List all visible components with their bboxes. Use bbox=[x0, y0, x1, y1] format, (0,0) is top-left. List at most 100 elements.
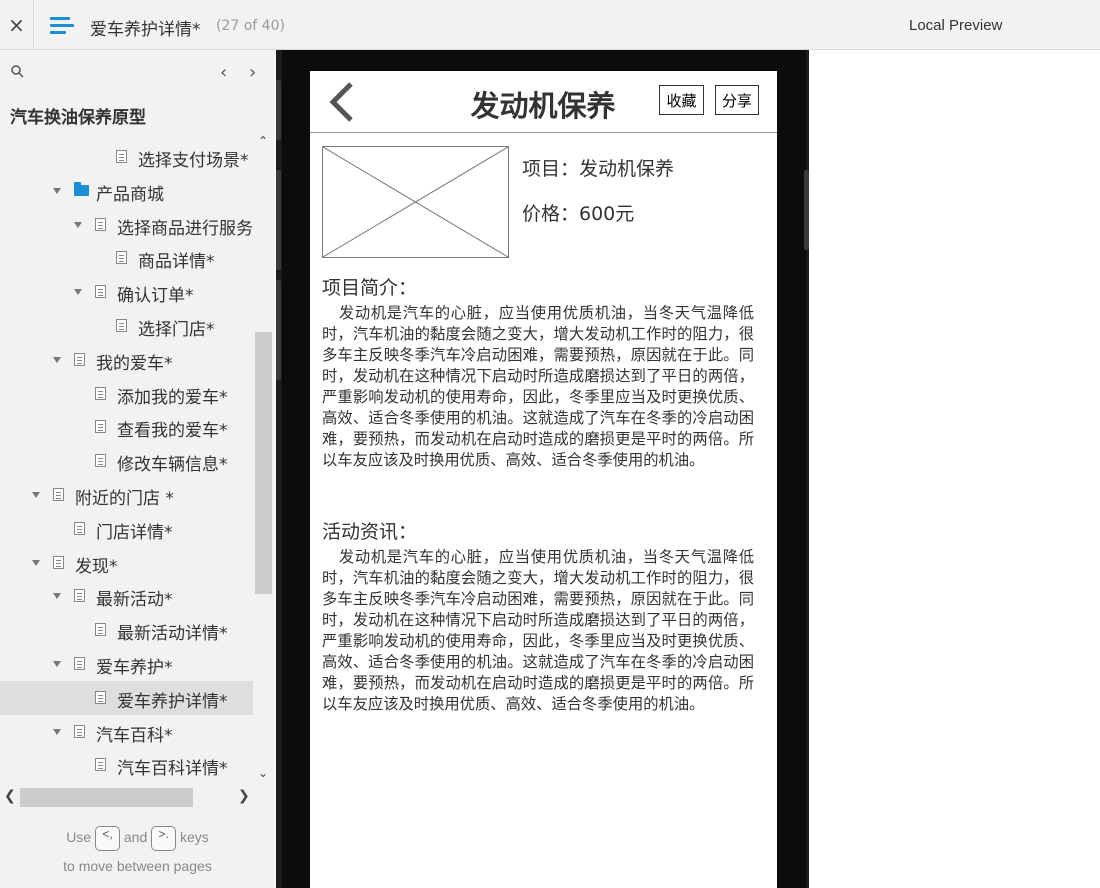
folder-icon bbox=[74, 181, 89, 196]
page-icon bbox=[74, 657, 85, 670]
tree-item[interactable]: 确认订单* bbox=[0, 275, 253, 309]
back-arrow-icon[interactable] bbox=[327, 82, 357, 122]
page-icon bbox=[53, 555, 64, 569]
news-text: 发动机是汽车的心脏，应当使用优质机油，当冬天气温降低时，汽车机油的黏度会随之变大… bbox=[322, 548, 754, 713]
expand-arrow-icon[interactable] bbox=[53, 593, 61, 600]
tree-item-selected[interactable]: 爱车养护详情* bbox=[0, 680, 253, 715]
tree-item[interactable]: 门店详情* bbox=[0, 512, 253, 546]
next-page-button[interactable]: › bbox=[249, 62, 256, 83]
tree-item[interactable]: 我的爱车* bbox=[0, 343, 253, 377]
page-icon bbox=[74, 521, 85, 535]
expand-arrow-icon[interactable] bbox=[32, 559, 40, 566]
hint-and: and bbox=[123, 829, 148, 846]
prev-key-icon: <, bbox=[94, 826, 120, 851]
tree-item[interactable]: 汽车百科* bbox=[0, 715, 253, 749]
tree-item-label: 商品详情* bbox=[138, 252, 215, 273]
scroll-up-icon[interactable]: ⌃ bbox=[258, 134, 268, 148]
product-image-placeholder bbox=[322, 146, 509, 258]
project-title: 汽车换油保养原型 bbox=[10, 108, 146, 128]
intro-title: 项目简介： bbox=[322, 277, 418, 299]
scroll-right-icon[interactable]: ❯ bbox=[238, 788, 250, 804]
page-icon bbox=[74, 589, 85, 603]
expand-arrow-icon[interactable] bbox=[74, 221, 82, 228]
phone-side-button bbox=[804, 170, 809, 250]
phone-side-button bbox=[276, 280, 281, 380]
expand-arrow-icon[interactable] bbox=[53, 661, 61, 667]
tree-item[interactable]: 爱车养护* bbox=[0, 647, 253, 681]
hint-keys: keys bbox=[180, 829, 209, 846]
item-name: 项目：发动机保养 bbox=[522, 158, 675, 180]
tree-item[interactable]: 商品详情* bbox=[0, 241, 253, 275]
tree-item-label: 选择商品进行服务 bbox=[117, 218, 253, 239]
tree-item-label: 添加我的爱车* bbox=[117, 387, 228, 408]
tree-item[interactable]: 附近的门店 * bbox=[0, 478, 253, 512]
previous-page-button[interactable]: ‹ bbox=[220, 62, 227, 83]
tree-item[interactable]: 选择支付场景* bbox=[0, 140, 253, 174]
tree-item[interactable]: 最新活动详情* bbox=[0, 613, 253, 647]
tree-item[interactable]: 发现* bbox=[0, 546, 253, 580]
hint-use: Use bbox=[66, 829, 92, 846]
keyboard-hint: Use <, and >. keys bbox=[0, 826, 275, 851]
expand-arrow-icon[interactable] bbox=[53, 728, 61, 735]
local-preview-label: Local Preview bbox=[909, 17, 1003, 34]
page-icon bbox=[95, 386, 106, 400]
favorite-button[interactable]: 收藏 bbox=[659, 85, 704, 115]
close-button[interactable]: × bbox=[0, 0, 34, 50]
search-icon[interactable] bbox=[10, 64, 26, 80]
tree-item-label: 最新活动详情* bbox=[117, 624, 228, 645]
next-key-icon: >. bbox=[151, 826, 177, 851]
top-bar: × 爱车养护详情* (27 of 40) Local Preview bbox=[0, 0, 1100, 50]
tree-item-label: 爱车养护详情* bbox=[117, 691, 228, 712]
tree-item-label: 产品商城 bbox=[96, 184, 164, 205]
page-tree: 选择支付场景* 产品商城选择商品进行服务商品详情* 确认订单* 选择门店* 我的爱车* 添… bbox=[0, 130, 253, 780]
share-button[interactable]: 分享 bbox=[715, 85, 759, 115]
tree-item-label: 查看我的爱车* bbox=[117, 421, 228, 442]
page-icon bbox=[116, 251, 127, 265]
scroll-left-icon[interactable]: ❮ bbox=[4, 788, 16, 804]
page-icon bbox=[116, 150, 127, 163]
page-icon bbox=[74, 724, 85, 738]
page-icon bbox=[95, 217, 106, 231]
page-icon bbox=[95, 690, 106, 704]
tree-item[interactable]: 选择门店* bbox=[0, 309, 253, 343]
tree-item-label: 确认订单* bbox=[117, 286, 194, 307]
tree-item[interactable]: 修改车辆信息* bbox=[0, 444, 253, 478]
tree-item[interactable]: 最新活动* bbox=[0, 579, 253, 613]
expand-arrow-icon[interactable] bbox=[74, 289, 82, 296]
phone-side-button bbox=[276, 170, 281, 270]
tree-item-label: 我的爱车* bbox=[96, 353, 173, 374]
scroll-down-icon[interactable]: ⌄ bbox=[258, 766, 268, 780]
tree-item-label: 门店详情* bbox=[96, 522, 173, 543]
vertical-scroll-thumb[interactable] bbox=[255, 332, 272, 594]
tree-item[interactable]: 添加我的爱车* bbox=[0, 377, 253, 411]
tree-item-label: 发现* bbox=[75, 556, 118, 577]
keyboard-hint-line2: to move between pages bbox=[63, 858, 212, 874]
phone-side-button bbox=[276, 80, 281, 140]
horizontal-scroll-thumb[interactable] bbox=[20, 788, 193, 807]
sitemap-sidebar: ‹ › 汽车换油保养原型 选择支付场景* 产品商城选择商品进行服务商品详情* 确认订… bbox=[0, 50, 275, 888]
page-icon bbox=[95, 454, 106, 468]
page-icon bbox=[74, 352, 85, 366]
page-icon bbox=[95, 758, 106, 772]
expand-arrow-icon[interactable] bbox=[32, 492, 40, 498]
tree-item-label: 选择支付场景* bbox=[138, 151, 249, 171]
tree-item-label: 附近的门店 * bbox=[75, 489, 174, 509]
page-count: (27 of 40) bbox=[216, 18, 285, 34]
page-icon bbox=[95, 623, 106, 637]
expand-arrow-icon[interactable] bbox=[53, 187, 61, 194]
item-price: 价格：600元 bbox=[522, 203, 635, 225]
sitemap-menu-icon[interactable] bbox=[50, 17, 74, 35]
tree-item[interactable]: 查看我的爱车* bbox=[0, 410, 253, 444]
app-screen: 发动机保养 收藏 分享 项目：发动机保养 价格：600元 项目简介： 发动机是汽… bbox=[310, 71, 777, 888]
tree-item[interactable]: 汽车百科详情* bbox=[0, 748, 253, 780]
news-title: 活动资讯： bbox=[322, 521, 418, 543]
app-title: 发动机保养 bbox=[470, 89, 616, 123]
tree-item-label: 爱车养护* bbox=[96, 658, 173, 678]
intro-text: 发动机是汽车的心脏，应当使用优质机油，当冬天气温降低时，汽车机油的黏度会随之变大… bbox=[322, 304, 754, 469]
tree-item[interactable]: 选择商品进行服务 bbox=[0, 208, 253, 242]
tree-item-label: 汽车百科详情* bbox=[117, 759, 228, 780]
expand-arrow-icon[interactable] bbox=[53, 356, 61, 363]
tree-item-label: 修改车辆信息* bbox=[117, 455, 228, 476]
page-icon bbox=[95, 285, 106, 299]
tree-item[interactable]: 产品商城 bbox=[0, 174, 253, 208]
